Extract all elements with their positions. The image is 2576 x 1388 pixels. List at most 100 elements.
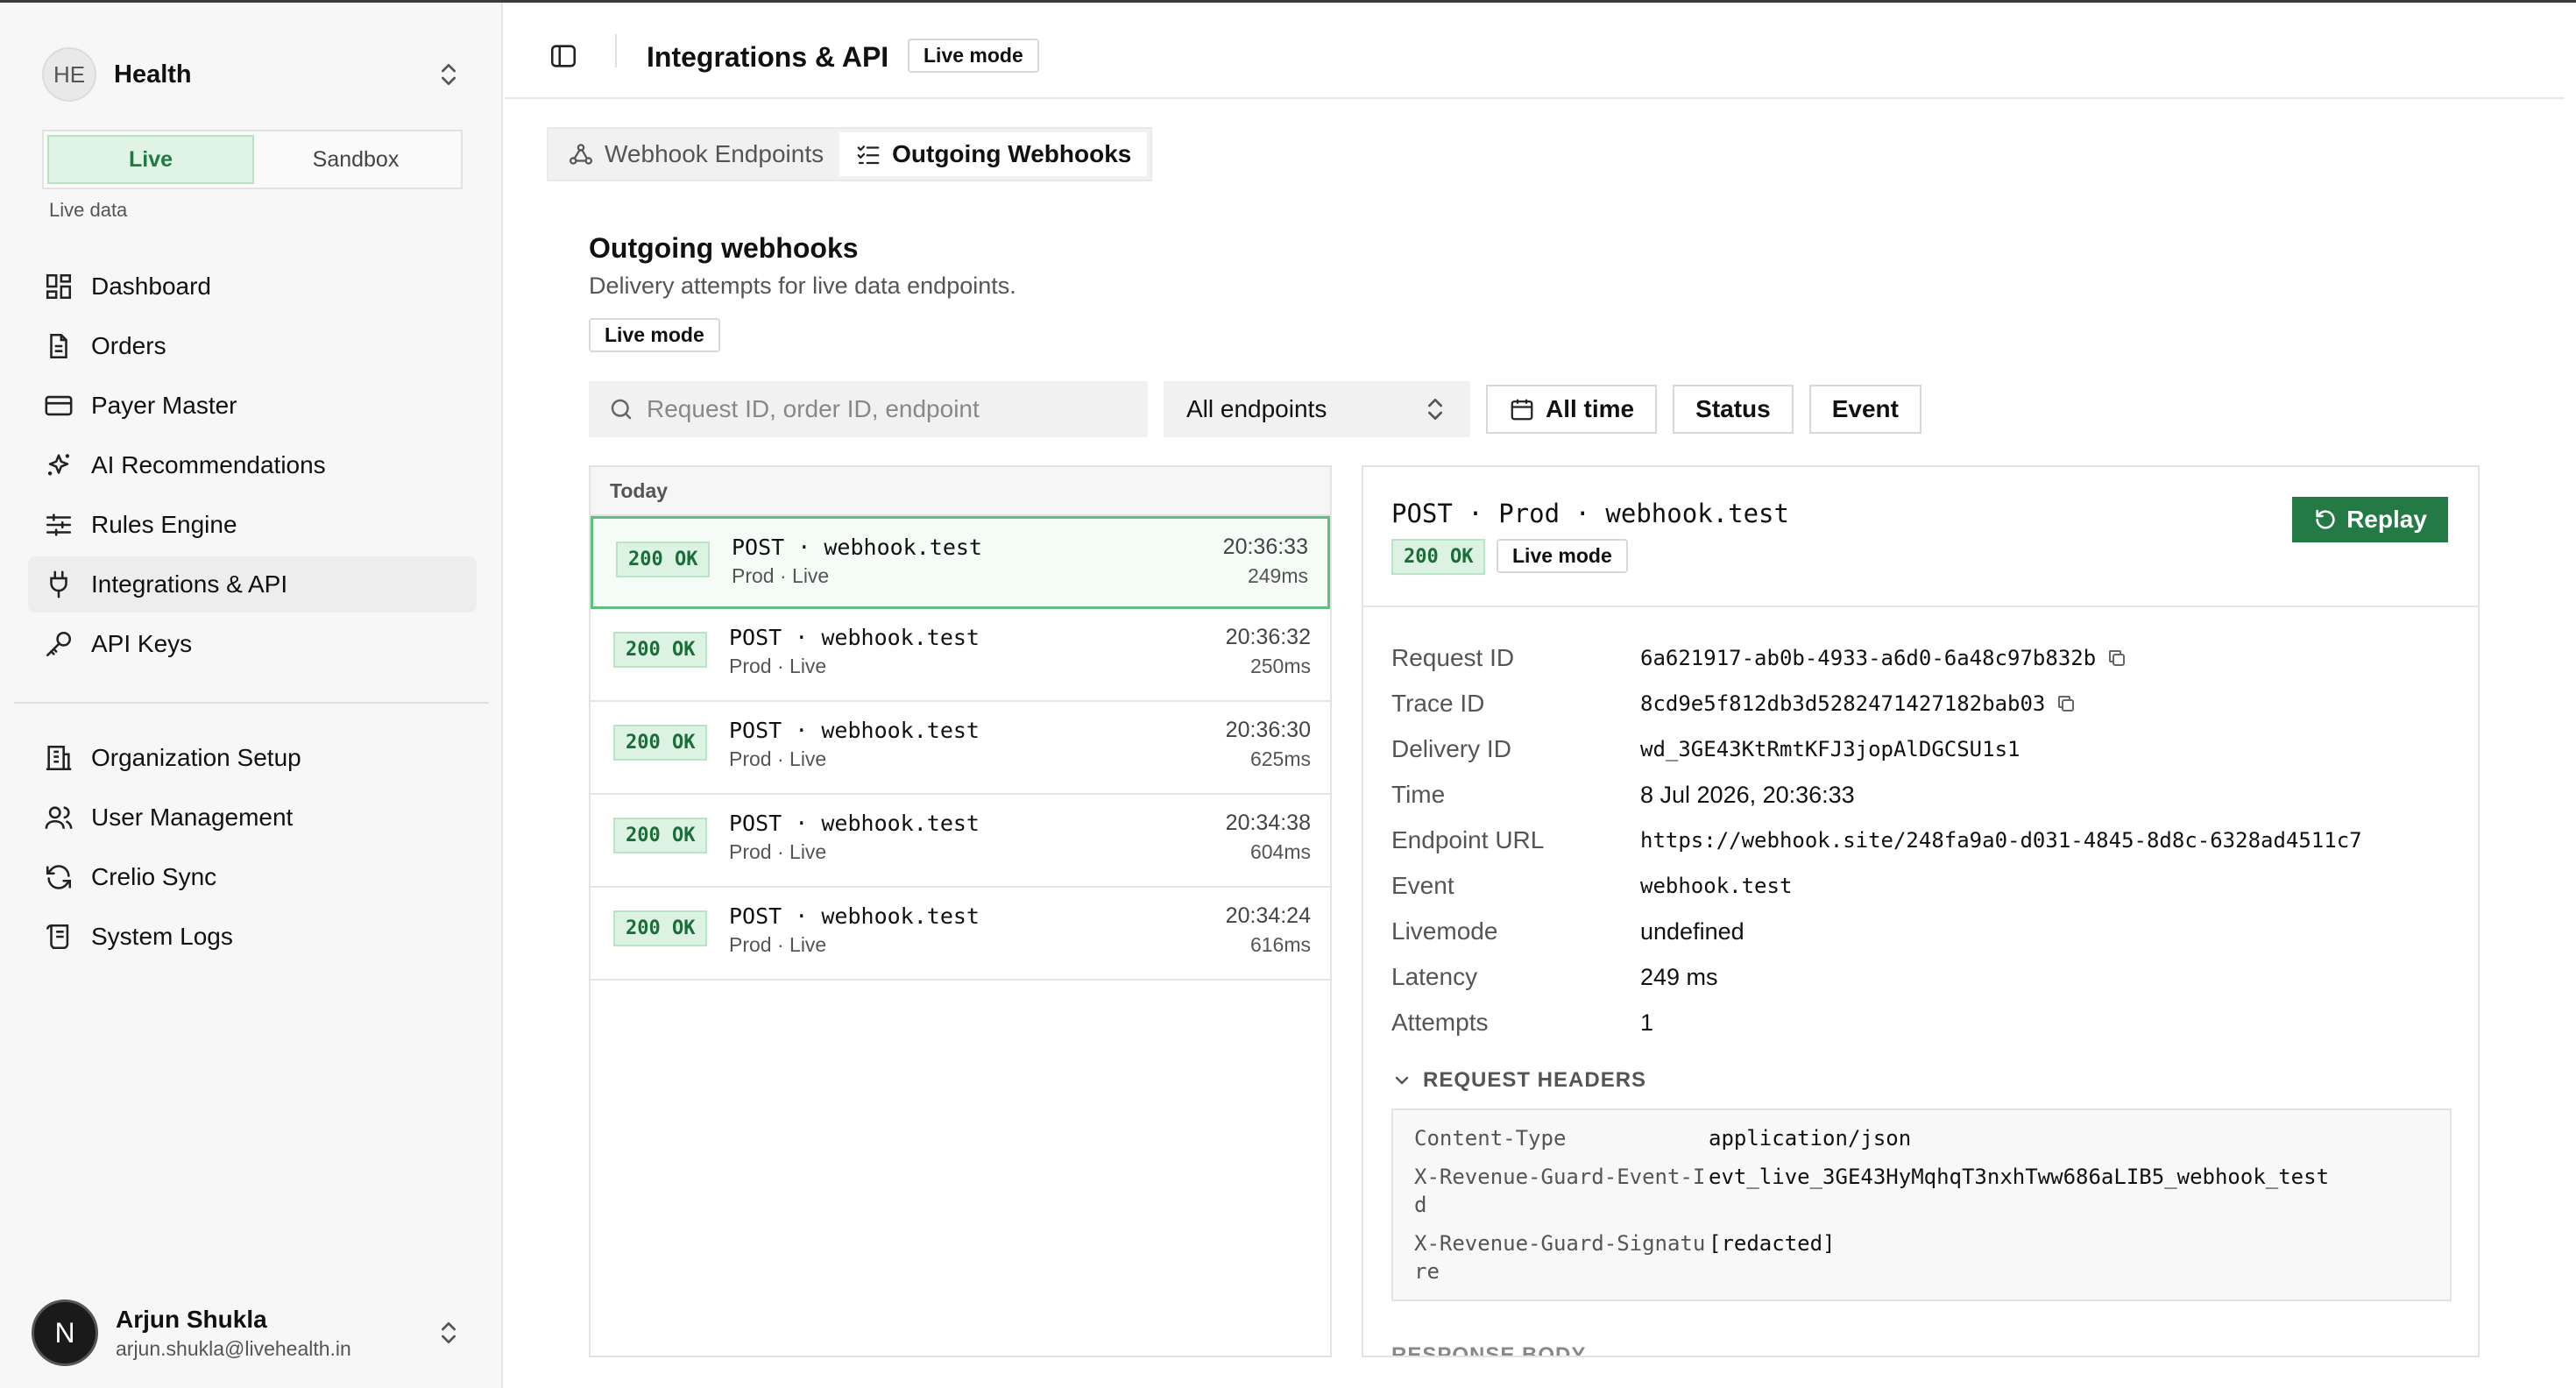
chevron-updown-icon <box>1428 399 1442 420</box>
detail-live-badge: Live mode <box>1497 539 1628 573</box>
nav-item-dashboard[interactable]: Dashboard <box>28 258 477 315</box>
live-mode-badge: Live mode <box>908 39 1039 73</box>
nav-label: Integrations & API <box>91 570 288 598</box>
field-label: Endpoint URL <box>1391 826 1545 853</box>
header-separator <box>615 34 617 67</box>
detail-header: POST · Prod · webhook.test 200 OK Live m… <box>1363 467 2478 607</box>
replay-button[interactable]: Replay <box>2292 497 2448 542</box>
table-row: Content-Type application/json <box>1393 1119 2450 1158</box>
latency-value: 249 ms <box>1640 963 1718 990</box>
event-filter-button[interactable]: Event <box>1808 385 1921 434</box>
status-badge: 200 OK <box>1391 539 1486 575</box>
status-badge: 200 OK <box>613 725 708 761</box>
section-subtitle: Delivery attempts for live data endpoint… <box>589 273 1016 299</box>
endpoint-select[interactable]: All endpoints <box>1164 381 1470 437</box>
nav-label: System Logs <box>91 923 233 950</box>
list-item[interactable]: 200 OK POST · webhook.test Prod · Live 2… <box>591 609 1330 702</box>
status-filter-button[interactable]: Status <box>1673 385 1794 434</box>
search-input[interactable] <box>647 395 1137 423</box>
calendar-icon <box>1511 399 1533 421</box>
org-name: Health <box>114 60 192 89</box>
webhook-icon <box>570 144 592 165</box>
table-row: X-Revenue-Guard-Signature [redacted] <box>1393 1224 2450 1291</box>
field-request-id: Request ID 6a621917-ab0b-4933-a6d0-6a48c… <box>1391 635 2460 681</box>
endpoint-url-value: https://webhook.site/248fa9a0-d031-4845-… <box>1640 828 2362 853</box>
mode-sandbox-button[interactable]: Sandbox <box>254 135 457 184</box>
field-attempts: Attempts 1 <box>1391 1000 2460 1045</box>
nav-item-organization-setup[interactable]: Organization Setup <box>28 730 477 786</box>
nav-item-crelio-sync[interactable]: Crelio Sync <box>28 849 477 905</box>
nav-label: User Management <box>91 804 294 831</box>
status-badge: 200 OK <box>613 632 708 668</box>
tab-outgoing-webhooks[interactable]: Outgoing Webhooks <box>839 132 1148 176</box>
list-check-icon <box>857 145 880 165</box>
nav-item-user-management[interactable]: User Management <box>28 790 477 846</box>
response-body-toggle[interactable]: RESPONSE BODY <box>1391 1343 1586 1356</box>
mode-live-button[interactable]: Live <box>47 135 254 184</box>
section-live-badge: Live mode <box>589 318 720 352</box>
list-item[interactable]: 200 OK POST · webhook.test Prod · Live 2… <box>591 516 1330 609</box>
list-item[interactable]: 200 OK POST · webhook.test Prod · Live 2… <box>591 795 1330 888</box>
field-label: Trace ID <box>1391 690 1485 717</box>
time-filter-label: All time <box>1546 395 1635 422</box>
nav-item-api-keys[interactable]: API Keys <box>28 616 477 672</box>
nav-item-integrations-api[interactable]: Integrations & API <box>28 556 477 613</box>
copy-icon[interactable] <box>2056 693 2077 714</box>
nav-item-system-logs[interactable]: System Logs <box>28 909 477 965</box>
field-trace-id: Trace ID 8cd9e5f812db3d5282471427182bab0… <box>1391 681 2460 726</box>
card-icon <box>45 395 73 416</box>
row-time: 20:34:24 <box>1225 903 1311 928</box>
user-menu[interactable]: N Arjun Shukla arjun.shukla@livehealth.i… <box>32 1299 470 1366</box>
nav-item-orders[interactable]: Orders <box>28 318 477 374</box>
request-headers-label: REQUEST HEADERS <box>1423 1068 1647 1092</box>
primary-nav: Dashboard Orders Payer Master AI Recomme… <box>28 258 477 676</box>
field-latency: Latency 249 ms <box>1391 954 2460 1000</box>
request-headers-toggle[interactable]: REQUEST HEADERS <box>1391 1068 1646 1093</box>
plug-icon <box>50 570 67 598</box>
org-switcher[interactable]: HE Health <box>42 46 463 103</box>
header-value: [redacted] <box>1709 1231 1836 1256</box>
field-label: Attempts <box>1391 1009 1489 1036</box>
copy-icon[interactable] <box>2106 648 2127 669</box>
nav-item-ai-recommendations[interactable]: AI Recommendations <box>28 437 477 493</box>
row-subtitle: Prod · Live <box>729 747 827 770</box>
list-item[interactable]: 200 OK POST · webhook.test Prod · Live 2… <box>591 888 1330 981</box>
nav-item-rules-engine[interactable]: Rules Engine <box>28 497 477 553</box>
tab-webhook-endpoints[interactable]: Webhook Endpoints <box>552 132 839 176</box>
sliders-icon <box>46 513 72 536</box>
time-value: 8 Jul 2026, 20:36:33 <box>1640 781 1855 808</box>
header-key: Content-Type <box>1414 1126 1567 1151</box>
status-badge: 200 OK <box>616 542 711 577</box>
field-label: Time <box>1391 781 1446 808</box>
field-label: Event <box>1391 872 1454 899</box>
nav-item-payer-master[interactable]: Payer Master <box>28 378 477 434</box>
nav-label: Rules Engine <box>91 511 237 538</box>
row-subtitle: Prod · Live <box>732 564 830 587</box>
sparkles-icon <box>47 454 70 476</box>
row-title: POST · webhook.test <box>729 625 980 650</box>
tab-label: Outgoing Webhooks <box>892 140 1132 167</box>
field-label: Request ID <box>1391 644 1515 671</box>
document-icon <box>50 333 67 359</box>
user-info: Arjun Shukla arjun.shukla@livehealth.in <box>116 1306 351 1361</box>
header-value: application/json <box>1709 1126 1912 1151</box>
users-icon <box>45 806 73 829</box>
list-item[interactable]: 200 OK POST · webhook.test Prod · Live 2… <box>591 702 1330 795</box>
nav-label: API Keys <box>91 630 193 657</box>
time-filter-button[interactable]: All time <box>1486 385 1658 434</box>
nav-label: Payer Master <box>91 392 237 419</box>
key-icon <box>46 631 72 657</box>
field-time: Time 8 Jul 2026, 20:36:33 <box>1391 772 2460 818</box>
row-subtitle: Prod · Live <box>729 655 827 677</box>
mode-caption: Live data <box>49 199 128 221</box>
user-name: Arjun Shukla <box>116 1305 267 1333</box>
replay-label: Replay <box>2346 506 2427 533</box>
nav-label: Dashboard <box>91 273 211 300</box>
field-label: Latency <box>1391 963 1478 990</box>
row-time: 20:36:30 <box>1225 718 1311 742</box>
sidebar-toggle-icon[interactable] <box>548 41 578 71</box>
building-icon <box>46 745 72 771</box>
avatar: N <box>32 1299 98 1366</box>
delivery-detail-panel: POST · Prod · webhook.test 200 OK Live m… <box>1362 465 2480 1357</box>
livemode-value: undefined <box>1640 917 1744 945</box>
